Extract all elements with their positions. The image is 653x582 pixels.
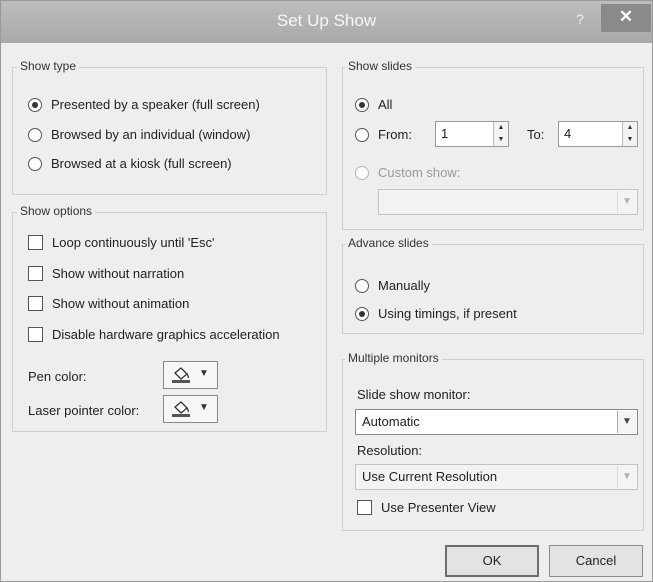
checkbox-without-narration[interactable]: Show without narration xyxy=(28,266,184,281)
to-label: To: xyxy=(527,127,545,142)
radio-manually[interactable]: Manually xyxy=(355,278,430,293)
dialog-title: Set Up Show xyxy=(276,11,377,30)
multiple-monitors-title: Multiple monitors xyxy=(345,351,442,365)
slide-show-monitor-value: Automatic xyxy=(362,414,420,429)
checkbox-box[interactable] xyxy=(28,296,43,311)
from-slide-value[interactable]: 1 xyxy=(441,126,448,141)
radio-browsed-at-kiosk[interactable]: Browsed at a kiosk (full screen) xyxy=(28,156,232,171)
resolution-label: Resolution: xyxy=(357,443,423,458)
radio-indicator[interactable] xyxy=(28,156,42,171)
radio-selected-indicator[interactable] xyxy=(355,306,369,321)
radio-presented-by-speaker[interactable]: Presented by a speaker (full screen) xyxy=(28,97,260,112)
laser-pointer-color-label: Laser pointer color: xyxy=(28,403,140,418)
show-type-title: Show type xyxy=(17,59,80,73)
checkbox-label: Show without narration xyxy=(52,266,185,281)
checkbox-loop-continuously[interactable]: Loop continuously until 'Esc' xyxy=(28,235,215,250)
close-button[interactable]: ✕ xyxy=(601,4,651,32)
spin-arrows-icon[interactable]: ▲ ▼ xyxy=(493,122,508,146)
radio-label: Browsed at a kiosk (full screen) xyxy=(51,156,232,171)
radio-indicator[interactable] xyxy=(28,127,42,142)
cancel-button[interactable]: Cancel xyxy=(549,545,643,577)
radio-browsed-by-individual[interactable]: Browsed by an individual (window) xyxy=(28,127,250,142)
radio-label: Manually xyxy=(378,278,431,293)
radio-all-slides[interactable]: All xyxy=(355,97,392,112)
title-bar: Set Up Show ? ✕ xyxy=(1,1,652,43)
checkbox-label: Use Presenter View xyxy=(381,500,496,515)
chevron-down-icon: ▼ xyxy=(617,466,636,488)
checkbox-label: Loop continuously until 'Esc' xyxy=(52,235,215,250)
custom-show-dropdown[interactable]: ▼ xyxy=(378,189,638,215)
show-options-title: Show options xyxy=(17,204,96,218)
advance-slides-title: Advance slides xyxy=(345,236,432,250)
radio-label: All xyxy=(378,97,393,112)
radio-label: From: xyxy=(378,127,412,142)
paint-bucket-icon xyxy=(172,367,190,383)
checkbox-box[interactable] xyxy=(28,266,43,281)
help-icon[interactable]: ? xyxy=(573,11,587,29)
radio-custom-show[interactable]: Custom show: xyxy=(355,165,460,180)
checkbox-box[interactable] xyxy=(28,327,43,342)
checkbox-label: Show without animation xyxy=(52,296,190,311)
resolution-dropdown[interactable]: Use Current Resolution ▼ xyxy=(355,464,638,490)
paint-bucket-icon xyxy=(172,401,190,417)
ok-button[interactable]: OK xyxy=(445,545,539,577)
checkbox-use-presenter-view[interactable]: Use Presenter View xyxy=(357,500,496,515)
checkbox-disable-hw-acceleration[interactable]: Disable hardware graphics acceleration xyxy=(28,327,280,342)
laser-pointer-color-button[interactable]: ▼ xyxy=(163,395,218,423)
radio-indicator[interactable] xyxy=(355,278,369,293)
radio-label: Browsed by an individual (window) xyxy=(51,127,251,142)
pen-color-button[interactable]: ▼ xyxy=(163,361,218,389)
slide-show-monitor-label: Slide show monitor: xyxy=(357,387,471,402)
radio-indicator[interactable] xyxy=(355,165,369,180)
to-slide-value[interactable]: 4 xyxy=(564,126,571,141)
checkbox-box[interactable] xyxy=(357,500,372,515)
checkbox-label: Disable hardware graphics acceleration xyxy=(52,327,280,342)
radio-label: Presented by a speaker (full screen) xyxy=(51,97,260,112)
pen-color-label: Pen color: xyxy=(28,369,87,384)
show-slides-title: Show slides xyxy=(345,59,416,73)
from-slide-spinner[interactable]: 1 ▲ ▼ xyxy=(435,121,509,147)
chevron-down-icon: ▼ xyxy=(617,191,636,213)
radio-selected-indicator[interactable] xyxy=(355,97,369,112)
set-up-show-dialog: Set Up Show ? ✕ Show type Presented by a… xyxy=(0,0,653,582)
chevron-down-icon: ▼ xyxy=(199,402,209,413)
chevron-down-icon: ▼ xyxy=(617,411,636,433)
radio-indicator[interactable] xyxy=(355,127,369,142)
checkbox-without-animation[interactable]: Show without animation xyxy=(28,296,189,311)
radio-label: Custom show: xyxy=(378,165,461,180)
checkbox-box[interactable] xyxy=(28,235,43,250)
slide-show-monitor-dropdown[interactable]: Automatic ▼ xyxy=(355,409,638,435)
to-slide-spinner[interactable]: 4 ▲ ▼ xyxy=(558,121,638,147)
radio-using-timings[interactable]: Using timings, if present xyxy=(355,306,517,321)
spin-arrows-icon[interactable]: ▲ ▼ xyxy=(622,122,637,146)
resolution-value: Use Current Resolution xyxy=(362,469,498,484)
radio-label: Using timings, if present xyxy=(378,306,517,321)
radio-from-slides[interactable]: From: xyxy=(355,127,412,142)
radio-selected-indicator[interactable] xyxy=(28,97,42,112)
chevron-down-icon: ▼ xyxy=(199,368,209,379)
